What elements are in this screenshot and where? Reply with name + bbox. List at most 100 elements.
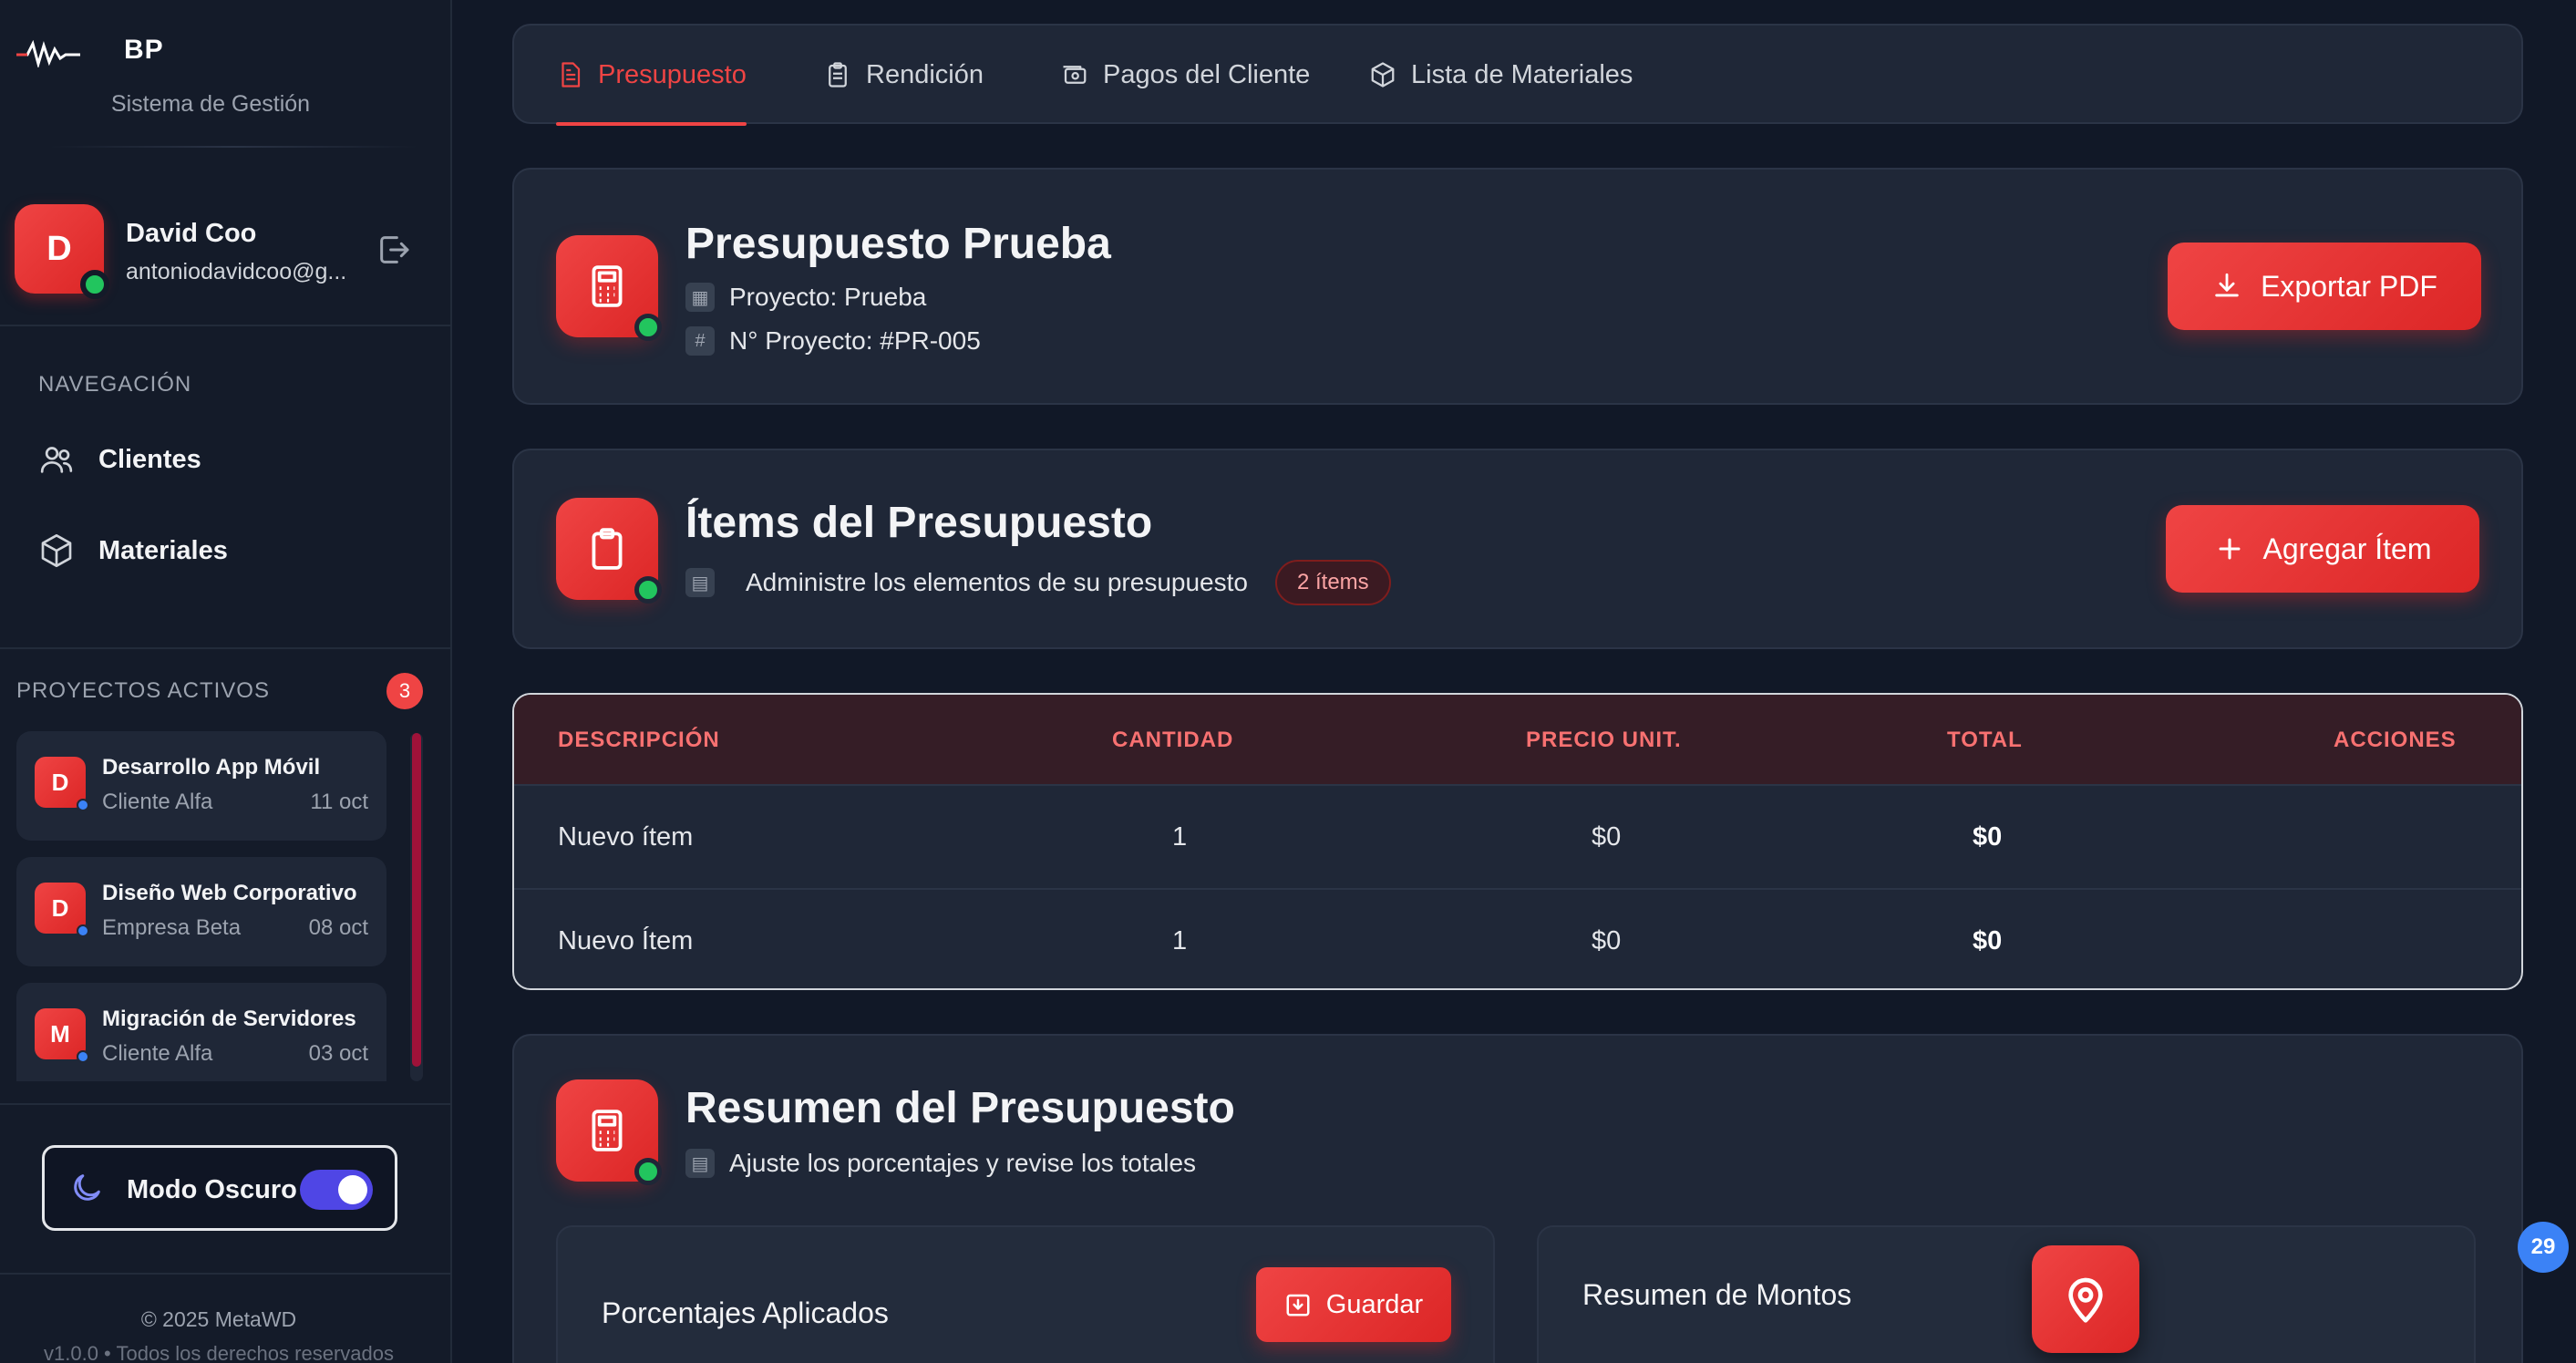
add-item-button[interactable]: Agregar Ítem <box>2166 505 2479 593</box>
notification-count-badge: 29 <box>2518 1222 2569 1273</box>
project-client: Empresa Beta <box>102 915 242 940</box>
clipboard-icon <box>592 528 623 570</box>
items-subtitle: Administre los elementos de su presupues… <box>746 568 1248 596</box>
project-avatar: D <box>35 883 89 937</box>
budget-header-card: Presupuesto Prueba ▦ Proyecto: Prueba # N°… <box>512 168 2523 405</box>
project-client: Cliente Alfa <box>102 790 213 814</box>
sidebar-item-materiales[interactable]: Materiales <box>38 523 421 578</box>
sidebar-item-label: Materiales <box>98 535 228 565</box>
user-email: antoniodavidcoo@g... <box>126 259 347 284</box>
project-status-dot <box>77 1050 89 1063</box>
project-name: Desarrollo App Móvil <box>102 755 321 780</box>
project-date: 03 oct <box>308 1041 368 1066</box>
project-status-dot <box>77 924 89 937</box>
items-table: DESCRIPCIÓN CANTIDAD PRECIO UNIT. TOTAL … <box>512 693 2523 990</box>
items-count-badge: 2 ítems <box>1274 560 1391 605</box>
save-button[interactable]: Guardar <box>1256 1267 1451 1342</box>
clipboard-badge <box>556 498 662 604</box>
column-header: DESCRIPCIÓN <box>558 728 720 752</box>
cell-description[interactable]: Nuevo ítem <box>558 822 693 852</box>
summary-subtitle-row: ▤ Ajuste los porcentajes y revise los tot… <box>685 1149 1196 1178</box>
location-pin-icon <box>2068 1277 2103 1323</box>
budget-title: Presupuesto Prueba <box>685 220 1111 268</box>
items-subtitle-row: ▤ Administre los elementos de su presupu… <box>685 560 1391 605</box>
list-icon: ▤ <box>685 1149 715 1178</box>
online-status-dot <box>634 1158 662 1185</box>
summary-card: Resumen del Presupuesto ▤ Ajuste los porc… <box>512 1034 2523 1363</box>
pulse-logo-icon <box>16 40 80 67</box>
divider <box>0 647 452 649</box>
avatar[interactable]: D <box>15 204 109 299</box>
project-name-meta: ▦ Proyecto: Prueba <box>685 283 926 312</box>
calculator-badge <box>556 235 662 341</box>
users-icon <box>40 447 73 473</box>
tab-bar: Presupuesto Rendición Pagos del Cliente … <box>512 24 2523 126</box>
divider <box>0 1103 452 1105</box>
project-client: Cliente Alfa <box>102 1041 213 1066</box>
money-icon <box>1063 66 1087 84</box>
version-text: v1.0.0 • Todos los derechos reservados <box>44 1342 394 1363</box>
summary-title: Resumen del Presupuesto <box>685 1084 1235 1132</box>
project-card[interactable]: M Migración de Servidores Cliente Alfa 0… <box>16 983 386 1081</box>
sidebar-item-clientes[interactable]: Clientes <box>38 432 421 487</box>
divider <box>0 325 452 326</box>
brand-subtitle: Sistema de Gestión <box>110 91 311 117</box>
nav-section-title: NAVEGACIÓN <box>38 372 192 397</box>
table-row[interactable]: Nuevo ítem 1 $0 $0 <box>514 784 2521 888</box>
project-status-dot <box>77 799 89 811</box>
user-name: David Coo <box>126 219 257 248</box>
online-status-dot <box>634 576 662 604</box>
brand-logo-text: BP <box>124 35 164 65</box>
items-header-card: Ítems del Presupuesto ▤ Administre los e… <box>512 449 2523 649</box>
building-icon: ▦ <box>685 283 715 312</box>
avatar-initial: D <box>46 229 72 268</box>
export-pdf-button[interactable]: Exportar PDF <box>2168 243 2481 330</box>
scrollbar-thumb[interactable] <box>412 733 421 1067</box>
tab-rendicion[interactable]: Rendición <box>824 26 984 124</box>
brand-divider <box>49 146 417 148</box>
project-card[interactable]: D Diseño Web Corporativo Empresa Beta 08… <box>16 857 386 966</box>
project-number-meta: # N° Proyecto: #PR-005 <box>685 326 981 356</box>
project-date: 08 oct <box>308 915 368 940</box>
cell-unit-price[interactable]: $0 <box>1592 822 1621 852</box>
projects-scrollbar[interactable] <box>410 733 423 1081</box>
location-fab-button[interactable] <box>2032 1245 2139 1353</box>
cell-total: $0 <box>1973 926 2003 955</box>
cell-quantity[interactable]: 1 <box>1172 822 1187 852</box>
table-header: DESCRIPCIÓN CANTIDAD PRECIO UNIT. TOTAL … <box>514 695 2521 784</box>
table-row[interactable]: Nuevo Ítem 1 $0 $0 <box>514 888 2521 988</box>
main-content: Presupuesto Rendición Pagos del Cliente … <box>452 0 2576 1363</box>
sidebar-item-label: Clientes <box>98 444 201 474</box>
tab-lista-de-materiales[interactable]: Lista de Materiales <box>1369 26 1633 124</box>
dark-mode-toggle[interactable]: Modo Oscuro <box>42 1145 397 1231</box>
copyright: © 2025 MetaWD <box>140 1307 297 1331</box>
clipboard-icon <box>829 62 847 88</box>
project-card[interactable]: D Desarrollo App Móvil Cliente Alfa 11 o… <box>16 731 386 841</box>
dark-mode-switch[interactable] <box>300 1170 373 1210</box>
column-header: PRECIO UNIT. <box>1526 728 1682 752</box>
tab-presupuesto[interactable]: Presupuesto <box>556 26 747 126</box>
calculator-icon <box>592 265 623 307</box>
cell-total: $0 <box>1973 822 2003 852</box>
cell-description[interactable]: Nuevo Ítem <box>558 926 693 956</box>
brand: BP Sistema de Gestión <box>16 35 436 153</box>
calculator-badge <box>556 1079 662 1185</box>
project-name: Diseño Web Corporativo <box>102 881 357 905</box>
divider <box>0 1273 452 1275</box>
project-avatar: D <box>35 757 89 811</box>
logout-icon[interactable] <box>376 232 412 268</box>
cell-quantity[interactable]: 1 <box>1172 926 1187 956</box>
save-icon <box>1286 1294 1310 1317</box>
project-name: Migración de Servidores <box>102 1007 356 1031</box>
user-profile: D David Coo antoniodavidcoo@g... <box>15 204 434 305</box>
plus-icon <box>2219 538 2240 560</box>
calculator-icon <box>592 1110 623 1151</box>
column-header: TOTAL <box>1947 728 2023 752</box>
box-icon <box>41 534 72 567</box>
projects-section-title: PROYECTOS ACTIVOS <box>16 678 270 703</box>
cell-unit-price[interactable]: $0 <box>1592 926 1621 956</box>
document-icon <box>562 62 581 88</box>
tab-pagos-del-cliente[interactable]: Pagos del Cliente <box>1061 26 1310 124</box>
download-icon <box>2215 273 2239 297</box>
list-icon: ▤ <box>685 568 715 597</box>
